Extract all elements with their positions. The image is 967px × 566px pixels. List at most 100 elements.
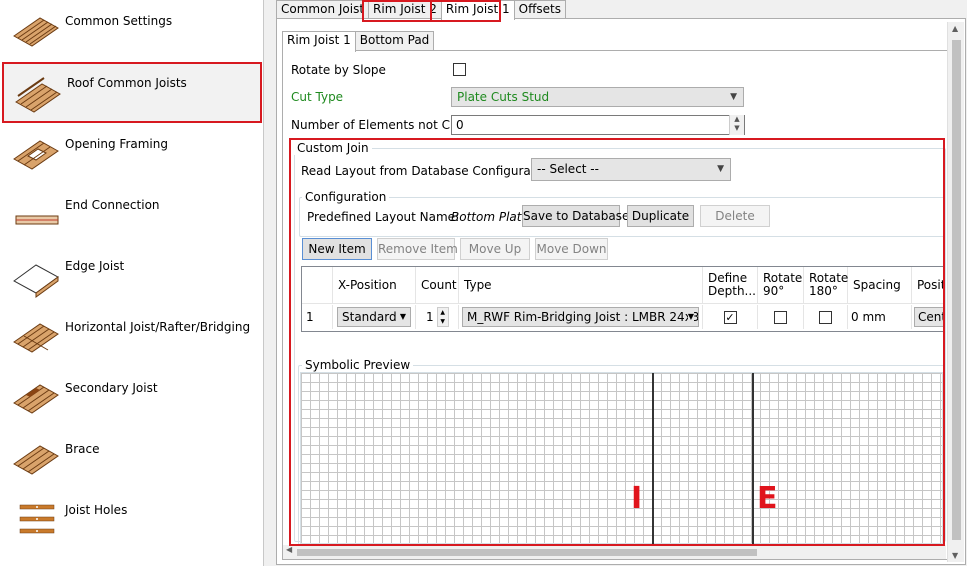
custom-join-title: Custom Join <box>294 141 372 155</box>
count-cell[interactable]: 1 ▲ ▼ <box>416 305 459 329</box>
move-down-button[interactable]: Move Down <box>535 238 608 260</box>
sidebar-item-end-connection[interactable]: End Connection <box>0 184 262 245</box>
remove-item-button[interactable]: Remove Item <box>377 238 458 260</box>
chevron-down-icon: ▼ <box>717 164 724 174</box>
items-table: X-Position Count Type Define Depth... Ro… <box>301 266 944 332</box>
x-position-value: Standard <box>342 310 397 324</box>
row-index: 1 <box>302 305 333 329</box>
define-depth-cell[interactable]: ✓ <box>703 305 758 329</box>
column-header-index <box>302 267 333 304</box>
scroll-left-icon[interactable]: ◀ <box>286 545 292 554</box>
count-spinner-arrows[interactable]: ▲ ▼ <box>436 307 449 327</box>
main-tab-bar: Common Joist Rim Joist 2 Rim Joist 1 Off… <box>276 0 566 20</box>
roof-joist-icon <box>15 77 61 113</box>
column-header-rotate-180[interactable]: Rotate 180° <box>804 267 848 304</box>
spacing-cell[interactable]: 0 mm <box>848 305 912 329</box>
sidebar-item-label: Secondary Joist <box>65 381 158 395</box>
secondary-joist-icon <box>13 384 59 414</box>
rotate-90-cell[interactable] <box>758 305 804 329</box>
symbolic-preview-canvas: I E <box>300 372 943 545</box>
duplicate-button[interactable]: Duplicate <box>627 205 694 227</box>
horizontal-scrollbar[interactable]: ◀ <box>283 545 946 559</box>
opening-framing-icon <box>13 140 59 170</box>
sidebar-item-label: Joist Holes <box>65 503 128 517</box>
predefined-layout-label: Predefined Layout Name: <box>307 210 460 224</box>
subtab-rim-joist-1[interactable]: Rim Joist 1 <box>282 31 356 52</box>
sidebar: Common Settings Roof Common Joists Openi… <box>0 0 264 566</box>
column-header-count[interactable]: Count <box>416 267 459 304</box>
position-cell[interactable]: Cent <box>912 305 943 329</box>
type-cell[interactable]: M_RWF Rim-Bridging Joist : LMBR 24x30 ▼ <box>459 305 703 329</box>
chevron-down-icon: ▼ <box>399 312 406 321</box>
x-position-cell[interactable]: Standard ▼ <box>333 305 416 329</box>
sidebar-item-opening-framing[interactable]: Opening Framing <box>0 123 262 184</box>
sidebar-item-roof-common-joists[interactable]: Roof Common Joists <box>2 62 262 123</box>
marker-interior: I <box>631 481 643 516</box>
column-header-rotate-90[interactable]: Rotate 90° <box>758 267 804 304</box>
cut-type-value: Plate Cuts Stud <box>457 90 550 104</box>
sub-tab-bar: Rim Joist 1 Bottom Pad <box>282 31 435 52</box>
column-header-type[interactable]: Type <box>459 267 703 304</box>
move-up-button[interactable]: Move Up <box>460 238 530 260</box>
horizontal-joist-icon <box>13 323 59 353</box>
rotate-180-cell[interactable] <box>804 305 848 329</box>
sidebar-item-label: Edge Joist <box>65 259 125 273</box>
chevron-down-icon: ▼ <box>730 92 737 102</box>
delete-button[interactable]: Delete <box>700 205 770 227</box>
tab-rim-joist-1[interactable]: Rim Joist 1 <box>440 0 515 20</box>
scroll-down-icon[interactable]: ▼ <box>952 551 958 560</box>
num-elements-value: 0 <box>456 118 464 132</box>
count-value: 1 <box>426 310 434 324</box>
new-item-button[interactable]: New Item <box>302 238 372 260</box>
cut-type-dropdown[interactable]: Plate Cuts Stud ▼ <box>451 87 744 107</box>
symbolic-preview-title: Symbolic Preview <box>302 358 414 372</box>
type-value: M_RWF Rim-Bridging Joist : LMBR 24x30 <box>467 310 699 324</box>
edge-joist-icon <box>13 264 59 298</box>
save-to-database-button[interactable]: Save to Database <box>522 205 629 227</box>
subtab-bottom-pad[interactable]: Bottom Pad <box>354 31 435 50</box>
joist-holes-icon <box>19 504 55 534</box>
rotate-90-checkbox[interactable] <box>774 310 787 324</box>
horizontal-scroll-thumb[interactable] <box>297 549 757 556</box>
num-elements-label: Number of Elements not Cut <box>291 118 463 132</box>
column-header-x-position[interactable]: X-Position <box>333 267 416 304</box>
sidebar-item-common-settings[interactable]: Common Settings <box>0 0 262 61</box>
tab-offsets[interactable]: Offsets <box>513 0 566 18</box>
preview-line-exterior <box>752 373 754 545</box>
sidebar-item-secondary-joist[interactable]: Secondary Joist <box>0 367 262 428</box>
sidebar-item-brace[interactable]: Brace <box>0 428 262 489</box>
cut-type-label: Cut Type <box>291 90 344 104</box>
read-layout-dropdown[interactable]: -- Select -- ▼ <box>531 158 731 181</box>
spacing-value: 0 mm <box>851 310 886 324</box>
sidebar-item-edge-joist[interactable]: Edge Joist <box>0 245 262 306</box>
rotate-by-slope-label: Rotate by Slope <box>291 63 386 77</box>
num-elements-spinner[interactable]: 0 <box>451 115 745 135</box>
sidebar-item-label: Opening Framing <box>65 137 168 151</box>
define-depth-checkbox[interactable]: ✓ <box>723 310 737 324</box>
chevron-down-icon: ▼ <box>687 308 694 326</box>
rotate-180-checkbox[interactable] <box>819 310 832 324</box>
predefined-layout-value: Bottom Plate <box>451 210 529 224</box>
sidebar-item-label: Roof Common Joists <box>67 76 187 90</box>
column-header-define-depth[interactable]: Define Depth... <box>703 267 758 304</box>
read-layout-label: Read Layout from Database Configuration: <box>301 164 558 178</box>
marker-exterior: E <box>757 481 778 516</box>
tab-highlight-divider <box>430 1 432 21</box>
rotate-by-slope-checkbox[interactable] <box>453 63 466 76</box>
vertical-scroll-thumb[interactable] <box>952 40 961 540</box>
sidebar-item-label: End Connection <box>65 198 160 212</box>
spinner-arrows[interactable]: ▲ ▼ <box>729 115 744 135</box>
app-window: Common Settings Roof Common Joists Openi… <box>0 0 967 566</box>
position-value: Cent <box>914 307 943 327</box>
end-connection-icon <box>15 215 59 225</box>
sidebar-item-label: Brace <box>65 442 100 456</box>
sidebar-item-horizontal-joist[interactable]: Horizontal Joist/Rafter/Bridging <box>0 306 262 367</box>
scroll-up-icon[interactable]: ▲ <box>952 24 958 33</box>
sidebar-item-joist-holes[interactable]: Joist Holes <box>0 489 262 550</box>
vertical-scrollbar[interactable]: ▲ ▼ <box>947 22 964 562</box>
column-header-position[interactable]: Positi <box>912 267 943 304</box>
configuration-title: Configuration <box>302 190 390 204</box>
joist-bundle-icon <box>13 17 59 47</box>
column-header-spacing[interactable]: Spacing <box>848 267 912 304</box>
tab-common-joist[interactable]: Common Joist <box>276 0 370 18</box>
